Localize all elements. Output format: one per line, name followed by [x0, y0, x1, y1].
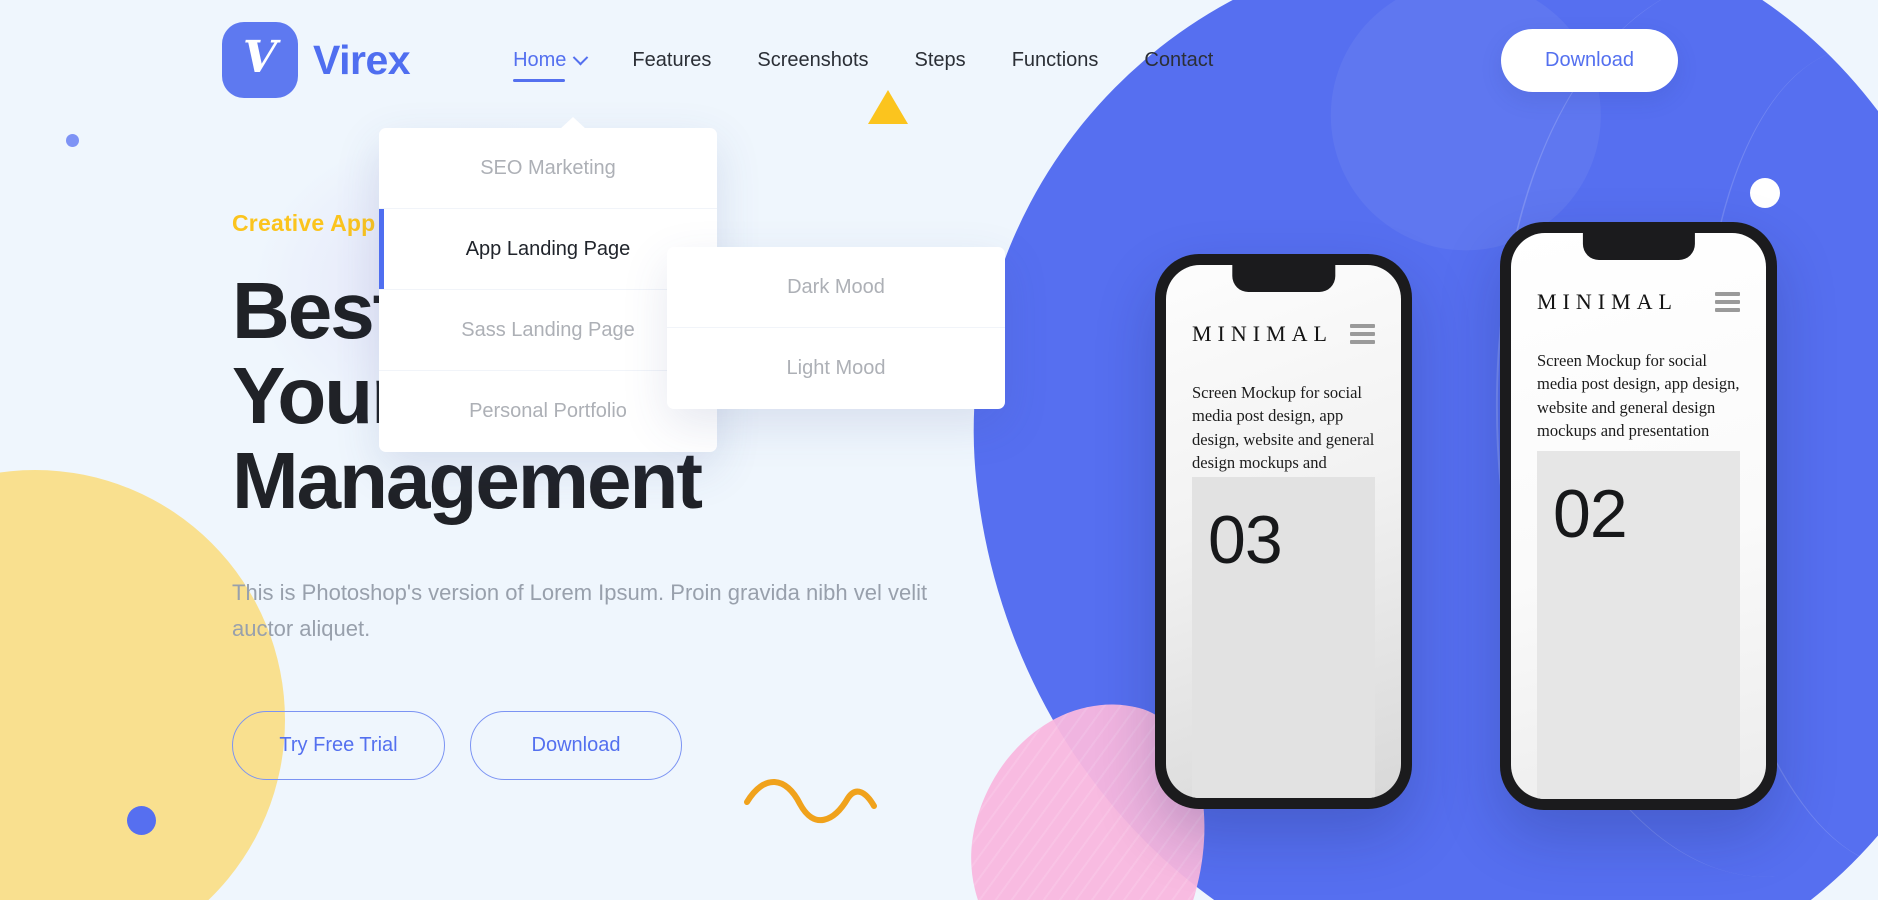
submenu-item-dark-mood[interactable]: Dark Mood [667, 247, 1005, 328]
phone-screen: MINIMAL Screen Mockup for social media p… [1511, 233, 1766, 799]
nav-item-label: Steps [914, 48, 966, 71]
phone-title: MINIMAL [1537, 289, 1678, 314]
nav-item-features[interactable]: Features [609, 39, 734, 82]
hero-download-button[interactable]: Download [470, 711, 682, 781]
small-blue-dot-decor [66, 134, 79, 147]
nav-item-screenshots[interactable]: Screenshots [734, 39, 891, 82]
nav-item-contact[interactable]: Contact [1121, 39, 1236, 82]
mood-submenu: Dark Mood Light Mood [667, 247, 1005, 409]
phone-number-card: 03 [1192, 477, 1375, 798]
dropdown-item-label: Sass Landing Page [461, 318, 635, 341]
brand-name: Virex [313, 36, 411, 83]
dropdown-item-seo-marketing[interactable]: SEO Marketing [379, 128, 717, 209]
phone-mockup-2: MINIMAL Screen Mockup for social media p… [1500, 222, 1777, 810]
submenu-item-label: Light Mood [786, 357, 886, 379]
logo-mark-icon: V [222, 22, 298, 98]
submenu-item-light-mood[interactable]: Light Mood [667, 328, 1005, 409]
nav-item-steps[interactable]: Steps [892, 39, 989, 82]
blue-dot-decor [127, 806, 156, 835]
header-download-button[interactable]: Download [1501, 28, 1678, 92]
phone-body-text: Screen Mockup for social media post desi… [1537, 351, 1740, 441]
site-header: V Virex Home Features Screenshots Steps … [0, 0, 1878, 120]
hero-cta-row: Try Free Trial Download [232, 711, 992, 781]
active-nav-underline [513, 78, 566, 82]
phone-title: MINIMAL [1192, 321, 1333, 346]
try-free-trial-button[interactable]: Try Free Trial [232, 711, 445, 781]
phone-number-card: 02 [1537, 451, 1740, 799]
brand-logo[interactable]: V Virex [222, 22, 411, 98]
nav-item-home[interactable]: Home [490, 39, 609, 82]
main-nav: Home Features Screenshots Steps Function… [490, 39, 1236, 82]
nav-item-label: Contact [1144, 48, 1214, 71]
nav-item-label: Home [513, 48, 567, 71]
phone-notch [1582, 233, 1695, 260]
phone-mockup-1: MINIMAL Screen Mockup for social media p… [1155, 254, 1412, 809]
nav-item-label: Functions [1011, 48, 1099, 71]
dropdown-item-label: Personal Portfolio [469, 400, 627, 422]
nav-item-label: Features [632, 48, 712, 71]
nav-item-functions[interactable]: Functions [989, 39, 1122, 82]
white-dot-decor [1750, 178, 1780, 208]
chevron-down-icon [573, 49, 589, 65]
phone-screen: MINIMAL Screen Mockup for social media p… [1166, 265, 1401, 798]
phone-notch [1231, 265, 1336, 292]
nav-item-label: Screenshots [757, 48, 869, 71]
phone-number: 03 [1208, 502, 1283, 578]
logo-letter: V [242, 32, 278, 83]
hero-paragraph: This is Photoshop's version of Lorem Ips… [232, 580, 928, 642]
hamburger-menu-icon[interactable] [1350, 324, 1375, 344]
phone-number: 02 [1553, 476, 1628, 552]
page-root: V Virex Home Features Screenshots Steps … [0, 0, 1878, 900]
submenu-item-label: Dark Mood [787, 275, 885, 298]
dropdown-item-label: App Landing Page [465, 237, 631, 260]
hamburger-menu-icon[interactable] [1715, 292, 1740, 312]
dropdown-item-label: SEO Marketing [480, 156, 616, 179]
